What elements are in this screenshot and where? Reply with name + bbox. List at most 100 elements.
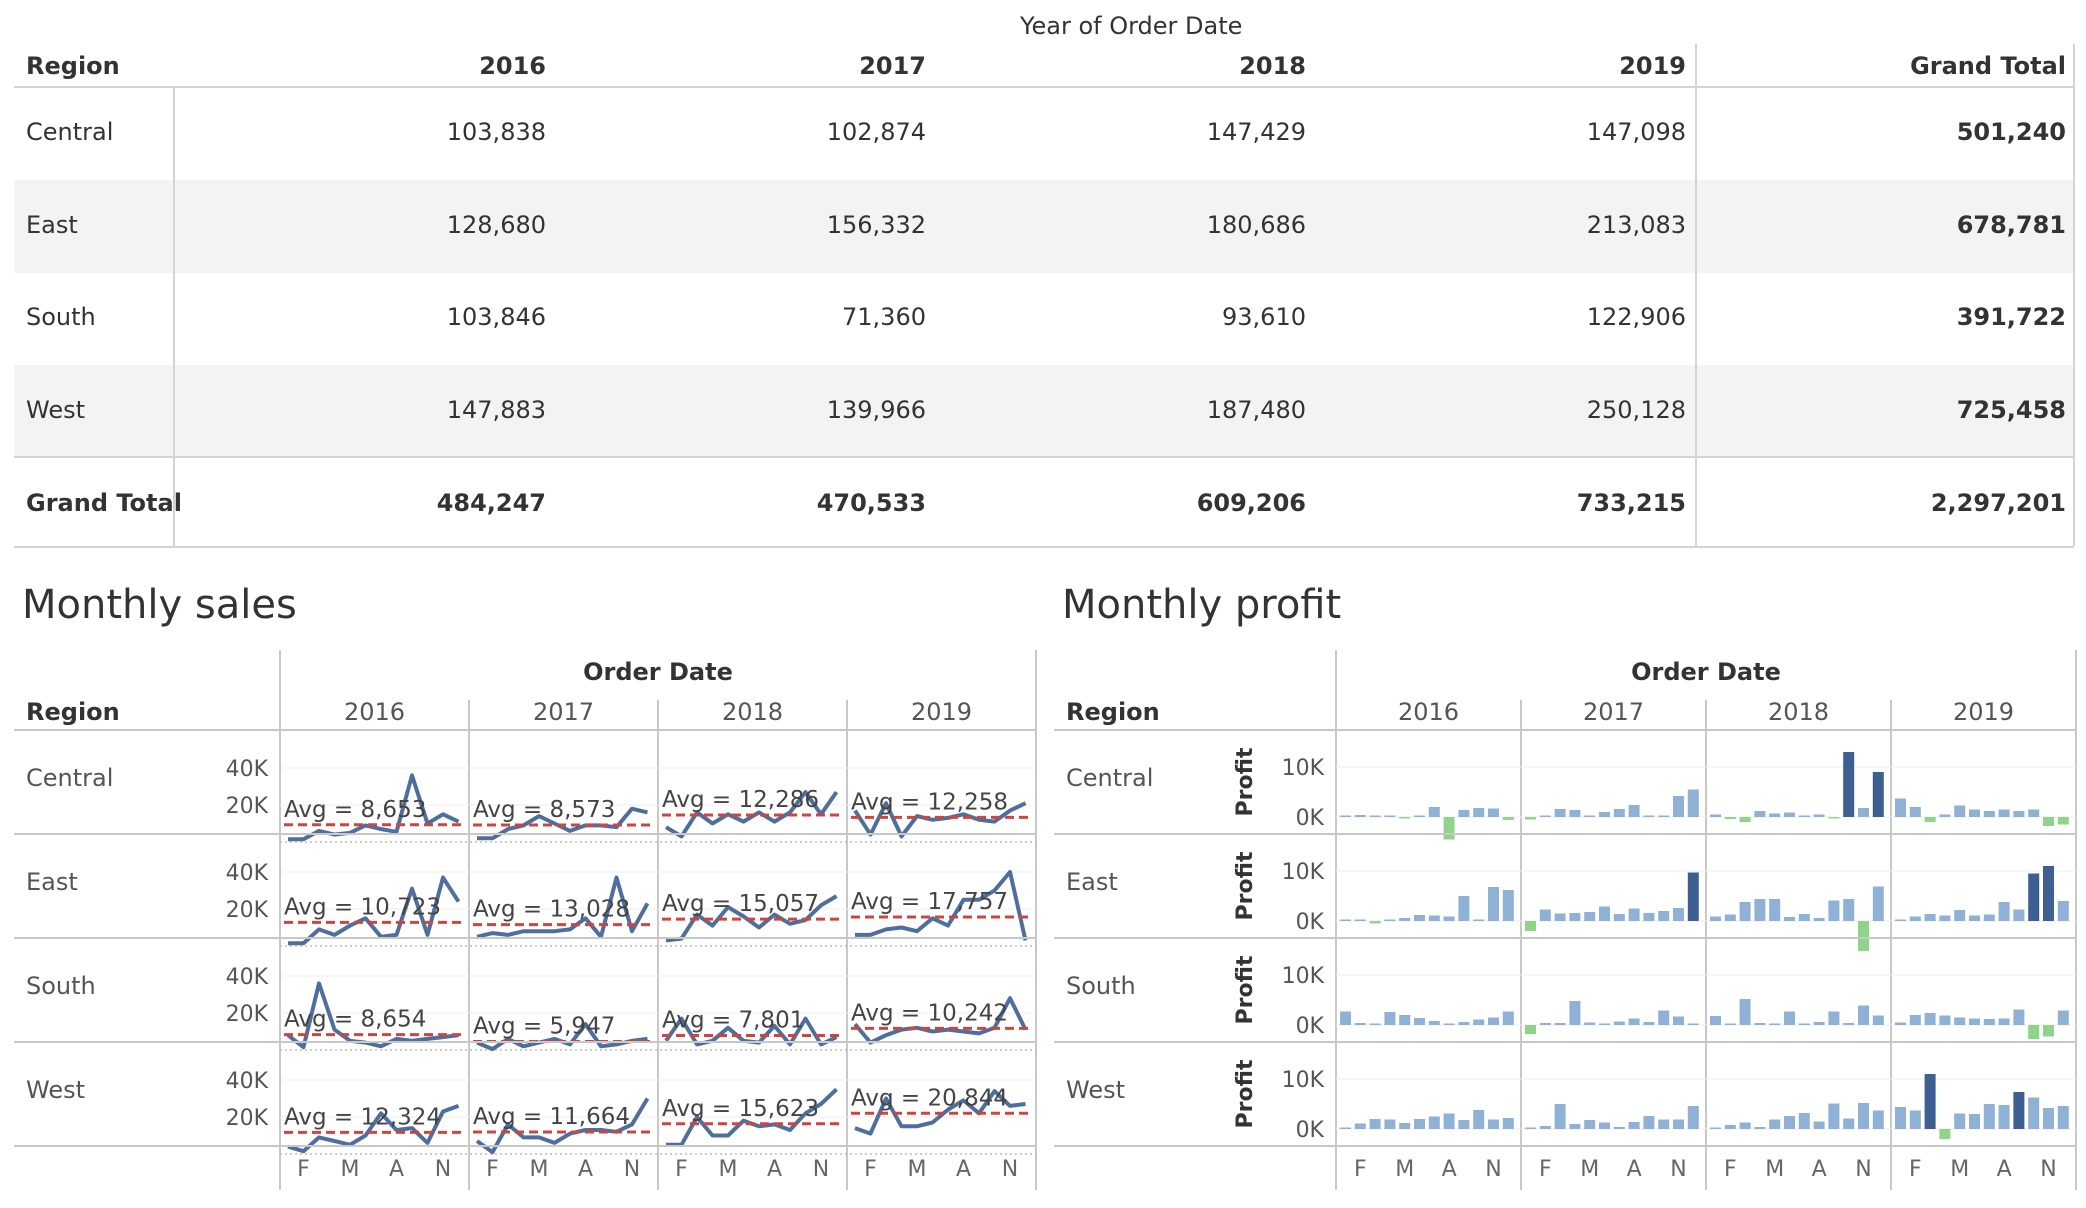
average-label: Avg = 5,947 [473,1013,615,1039]
monthly-sales-chart: Order Date Region 2016 2017 2018 2019 Central 4… [14,650,1037,1190]
profit-bar [1599,906,1610,921]
profit-bar [1384,1119,1396,1129]
profit-bar [1502,1118,1514,1129]
y-tick-label: 0K [1296,910,1325,935]
profit-bar [1354,1123,1366,1129]
profit-bar [1613,914,1625,921]
profit-bar [1784,1011,1795,1025]
profit-bar [1613,1021,1625,1025]
profit-bar [1599,1122,1610,1129]
profit-bar [1554,1104,1566,1129]
table-cell: 250,128 [1586,396,1686,424]
profit-bar [2057,901,2069,921]
profit-bar [1769,813,1781,817]
profit-bar [1673,1016,1684,1025]
table-cell: 71,360 [842,303,926,331]
average-label: Avg = 7,801 [662,1008,804,1034]
profit-bar [1858,1005,1869,1025]
monthly-profit-chart: Order Date Region 2016 2017 2018 2019 Central P… [1054,650,2077,1190]
profit-bar [1458,896,1470,921]
table-cell: 725,458 [1956,396,2066,424]
profit-bar [1739,817,1751,822]
profit-bar [1998,902,2010,921]
profit-bar [1473,1110,1485,1129]
order-date-header: Order Date [1631,658,1781,686]
profit-bar [1584,1022,1596,1025]
profit-bar [1798,914,1810,921]
profit-bar [1539,909,1551,921]
profit-bar [1673,796,1684,817]
table-cell: 147,429 [1206,118,1306,146]
profit-axis-label: Profit [1233,747,1258,816]
profit-bar [1710,1127,1721,1129]
average-label: Avg = 10,723 [284,894,441,920]
profit-bar [1525,921,1536,931]
profit-bar [2013,1009,2025,1025]
column-header: 2019 [1619,52,1686,80]
x-tick-label: N [624,1157,640,1182]
profit-bar [1909,916,1921,921]
year-header: 2018 [722,698,783,726]
y-tick-label: 10K [1282,756,1325,781]
y-tick-label: 20K [226,794,269,819]
profit-bar [1754,811,1766,817]
x-tick-label: F [1354,1157,1367,1182]
profit-bar [1569,810,1581,817]
profit-bar [1813,918,1825,921]
profit-bar [1554,809,1566,817]
x-tick-label: F [486,1157,499,1182]
row-label: West [26,396,86,424]
profit-bar [1488,808,1499,817]
region-label: East [1066,868,1118,896]
y-tick-label: 20K [226,898,269,923]
profit-bar [1843,1118,1855,1129]
profit-bar [1813,1022,1825,1025]
profit-bar [1414,1018,1425,1025]
profit-bar [1443,1023,1455,1025]
y-tick-label: 10K [1282,964,1325,989]
profit-bar [1414,815,1425,817]
profit-bar [1539,815,1551,817]
profit-bar [1983,1019,1995,1025]
profit-bar [2057,1106,2069,1129]
profit-bar [1983,811,1995,817]
profit-bar [1828,900,1840,921]
x-tick-label: N [2040,1157,2056,1182]
profit-bar [1872,1015,1884,1025]
profit-bar [1628,1122,1640,1129]
profit-bar [1354,919,1366,921]
profit-bar [2028,1025,2040,1039]
profit-bar [2028,809,2040,817]
table-cell: 102,874 [826,118,926,146]
profit-bar [1473,808,1485,817]
profit-bar [1399,817,1411,819]
profit-bar [1428,1021,1440,1025]
header-bottom-line [14,86,2074,88]
profit-bar [1798,1023,1810,1025]
profit-bar [2043,1025,2054,1037]
profit-bar [1909,1015,1921,1025]
right-edge [2073,44,2075,546]
profit-bar [1872,772,1884,817]
profit-bar [2057,817,2069,825]
average-label: Avg = 8,573 [473,797,615,823]
average-label: Avg = 13,028 [473,897,630,923]
region-label: East [26,868,78,896]
average-label: Avg = 11,664 [473,1104,630,1130]
table-cell: 678,781 [1956,211,2066,239]
x-tick-label: M [341,1157,360,1182]
profit-bar [1769,1119,1781,1129]
year-of-order-date-header: Year of Order Date [1020,12,1243,40]
table-cell: 733,215 [1576,489,1686,517]
x-tick-label: A [1627,1157,1642,1182]
average-label: Avg = 12,258 [851,789,1008,815]
profit-bar [1443,916,1455,921]
profit-bar [1369,1119,1381,1129]
profit-bar [1769,1023,1781,1025]
profit-bar [1754,1023,1766,1025]
profit-bar [1569,1001,1581,1025]
profit-bar [1502,890,1514,921]
table-cell: 187,480 [1206,396,1306,424]
profit-bar [1399,1123,1411,1129]
profit-bar [2028,873,2040,921]
